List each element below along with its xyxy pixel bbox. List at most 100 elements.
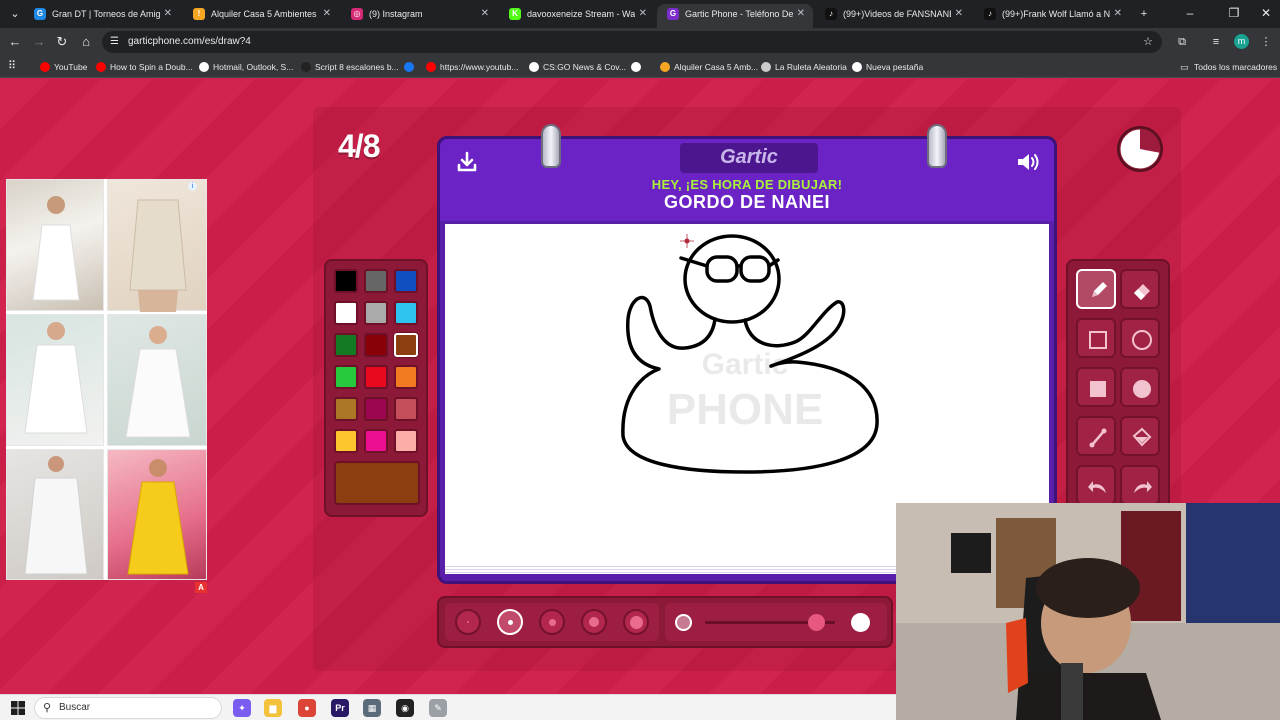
- color-swatch[interactable]: [394, 269, 418, 293]
- ad-choices-badge[interactable]: A: [195, 582, 207, 593]
- rectangle-outline-tool[interactable]: [1076, 318, 1116, 358]
- bookmark-item[interactable]: CS:GO News & Cov...: [529, 60, 626, 74]
- color-swatch[interactable]: [334, 333, 358, 357]
- bookmark-item[interactable]: Nueva pestaña: [852, 60, 923, 74]
- paint-icon[interactable]: ✎: [429, 699, 447, 717]
- color-swatch[interactable]: [334, 365, 358, 389]
- bookmark-star-icon[interactable]: ☆: [1140, 34, 1156, 50]
- color-swatch[interactable]: [394, 333, 418, 357]
- apps-grid-icon[interactable]: ⠿: [8, 60, 20, 72]
- line-tool[interactable]: [1076, 416, 1116, 456]
- undo-tool[interactable]: [1076, 465, 1116, 505]
- bookmark-item[interactable]: Hotmail, Outlook, S...: [199, 60, 293, 74]
- color-swatch[interactable]: [364, 365, 388, 389]
- tab-close-icon[interactable]: ✕: [955, 4, 963, 24]
- tab-close-icon[interactable]: ✕: [1114, 4, 1122, 24]
- profile-avatar[interactable]: m: [1234, 34, 1249, 49]
- color-swatch[interactable]: [334, 269, 358, 293]
- media-control-icon[interactable]: ≡: [1208, 34, 1224, 50]
- opacity-max-icon[interactable]: [851, 613, 870, 632]
- file-explorer-icon[interactable]: ▆: [264, 699, 282, 717]
- color-swatch[interactable]: [394, 365, 418, 389]
- brush-size-option[interactable]: [539, 609, 565, 635]
- color-swatch[interactable]: [364, 333, 388, 357]
- reload-icon[interactable]: ↻: [53, 33, 71, 51]
- browser-tab[interactable]: Kdavooxeneize Stream - Watch L ✕: [499, 4, 655, 28]
- browser-tab[interactable]: ♪ (99+)Frank Wolf Llamó a Nanei ✕: [974, 4, 1130, 28]
- bookmark-item[interactable]: YouTube: [40, 60, 87, 74]
- chrome-icon[interactable]: ●: [298, 699, 316, 717]
- browser-tab[interactable]: ♪ (99+)Videos de FANSNANEIGO ✕: [815, 4, 971, 28]
- download-icon[interactable]: [456, 151, 478, 173]
- bookmark-item[interactable]: Alquiler Casa 5 Amb...: [660, 60, 758, 74]
- extensions-icon[interactable]: ⧉: [1174, 34, 1190, 50]
- color-swatch[interactable]: [394, 301, 418, 325]
- back-icon[interactable]: ←: [6, 33, 24, 51]
- color-swatch[interactable]: [364, 429, 388, 453]
- forward-icon[interactable]: →: [30, 33, 48, 51]
- ellipse-outline-tool[interactable]: [1120, 318, 1160, 358]
- tab-close-icon[interactable]: ✕: [164, 4, 172, 24]
- tab-close-icon[interactable]: ✕: [639, 4, 647, 24]
- address-bar[interactable]: ☰ garticphone.com/es/draw?4: [102, 31, 1162, 53]
- brush-size-option[interactable]: [497, 609, 523, 635]
- site-info-icon[interactable]: ☰: [110, 36, 122, 48]
- tab-close-icon[interactable]: ✕: [323, 4, 331, 24]
- bookmark-item[interactable]: https://www.youtub...: [426, 60, 518, 74]
- bookmark-item[interactable]: How to Spin a Doub...: [96, 60, 193, 74]
- ad-dress-image-3[interactable]: [6, 314, 104, 446]
- tab-close-icon[interactable]: ✕: [481, 4, 489, 24]
- ellipse-fill-tool[interactable]: [1120, 367, 1160, 407]
- restore-icon[interactable]: ❐: [1224, 4, 1244, 22]
- sound-icon[interactable]: [1016, 151, 1042, 173]
- browser-tab[interactable]: G Gran DT | Torneos de Amigos ✕: [24, 4, 180, 28]
- advertisement[interactable]: [6, 179, 207, 580]
- url-text[interactable]: garticphone.com/es/draw?4: [128, 31, 251, 53]
- opacity-slider-thumb[interactable]: [807, 614, 825, 631]
- windows-start-icon[interactable]: [10, 700, 26, 716]
- bookmark-item[interactable]: [404, 60, 418, 74]
- bookmark-item[interactable]: La Ruleta Aleatoria: [761, 60, 847, 74]
- browser-tab[interactable]: G Gartic Phone - Teléfono Descor ✕: [657, 4, 813, 28]
- color-swatch[interactable]: [364, 397, 388, 421]
- pencil-tool[interactable]: [1076, 269, 1116, 309]
- ad-dress-image-2[interactable]: [107, 179, 207, 312]
- close-window-icon[interactable]: ✕: [1256, 4, 1276, 22]
- bookmark-item[interactable]: [631, 60, 645, 74]
- minimize-icon[interactable]: –: [1180, 4, 1200, 22]
- color-swatch[interactable]: [334, 301, 358, 325]
- ad-dress-image-4[interactable]: [107, 314, 207, 446]
- new-tab-icon[interactable]: +: [1135, 5, 1153, 23]
- brush-size-option[interactable]: [623, 609, 649, 635]
- color-swatch[interactable]: [364, 269, 388, 293]
- eraser-tool[interactable]: [1120, 269, 1160, 309]
- color-swatch[interactable]: [334, 397, 358, 421]
- color-swatch[interactable]: [394, 397, 418, 421]
- obs-icon[interactable]: ◉: [396, 699, 414, 717]
- tab-close-icon[interactable]: ✕: [797, 4, 805, 24]
- ad-dress-image-6[interactable]: [107, 449, 207, 580]
- brush-size-option[interactable]: [581, 609, 607, 635]
- opacity-min-icon[interactable]: [675, 614, 692, 631]
- copilot-icon[interactable]: ✦: [233, 699, 251, 717]
- tab-search-icon[interactable]: ⌄: [6, 5, 24, 23]
- taskbar-search[interactable]: ⚲ Buscar: [34, 697, 222, 719]
- fill-bucket-tool[interactable]: [1120, 416, 1160, 456]
- all-bookmarks-button[interactable]: ▭ Todos los marcadores: [1180, 60, 1277, 74]
- brush-size-option[interactable]: [455, 609, 481, 635]
- ad-info-icon[interactable]: i: [188, 182, 197, 191]
- home-icon[interactable]: ⌂: [77, 33, 95, 51]
- rectangle-fill-tool[interactable]: [1076, 367, 1116, 407]
- color-swatch[interactable]: [394, 429, 418, 453]
- bookmark-item[interactable]: Script 8 escalones b...: [301, 60, 399, 74]
- ad-dress-image-5[interactable]: [6, 449, 104, 580]
- browser-tab[interactable]: ! Alquiler Casa 5 Ambientes Hurl ✕: [183, 4, 339, 28]
- calculator-icon[interactable]: ▦: [363, 699, 381, 717]
- color-swatch[interactable]: [364, 301, 388, 325]
- browser-tab[interactable]: ◎ (9) Instagram ✕: [341, 4, 497, 28]
- ad-dress-image-1[interactable]: [6, 179, 104, 311]
- menu-icon[interactable]: ⋮: [1258, 34, 1274, 50]
- premiere-icon[interactable]: Pr: [331, 699, 349, 717]
- color-swatch[interactable]: [334, 429, 358, 453]
- redo-tool[interactable]: [1120, 465, 1160, 505]
